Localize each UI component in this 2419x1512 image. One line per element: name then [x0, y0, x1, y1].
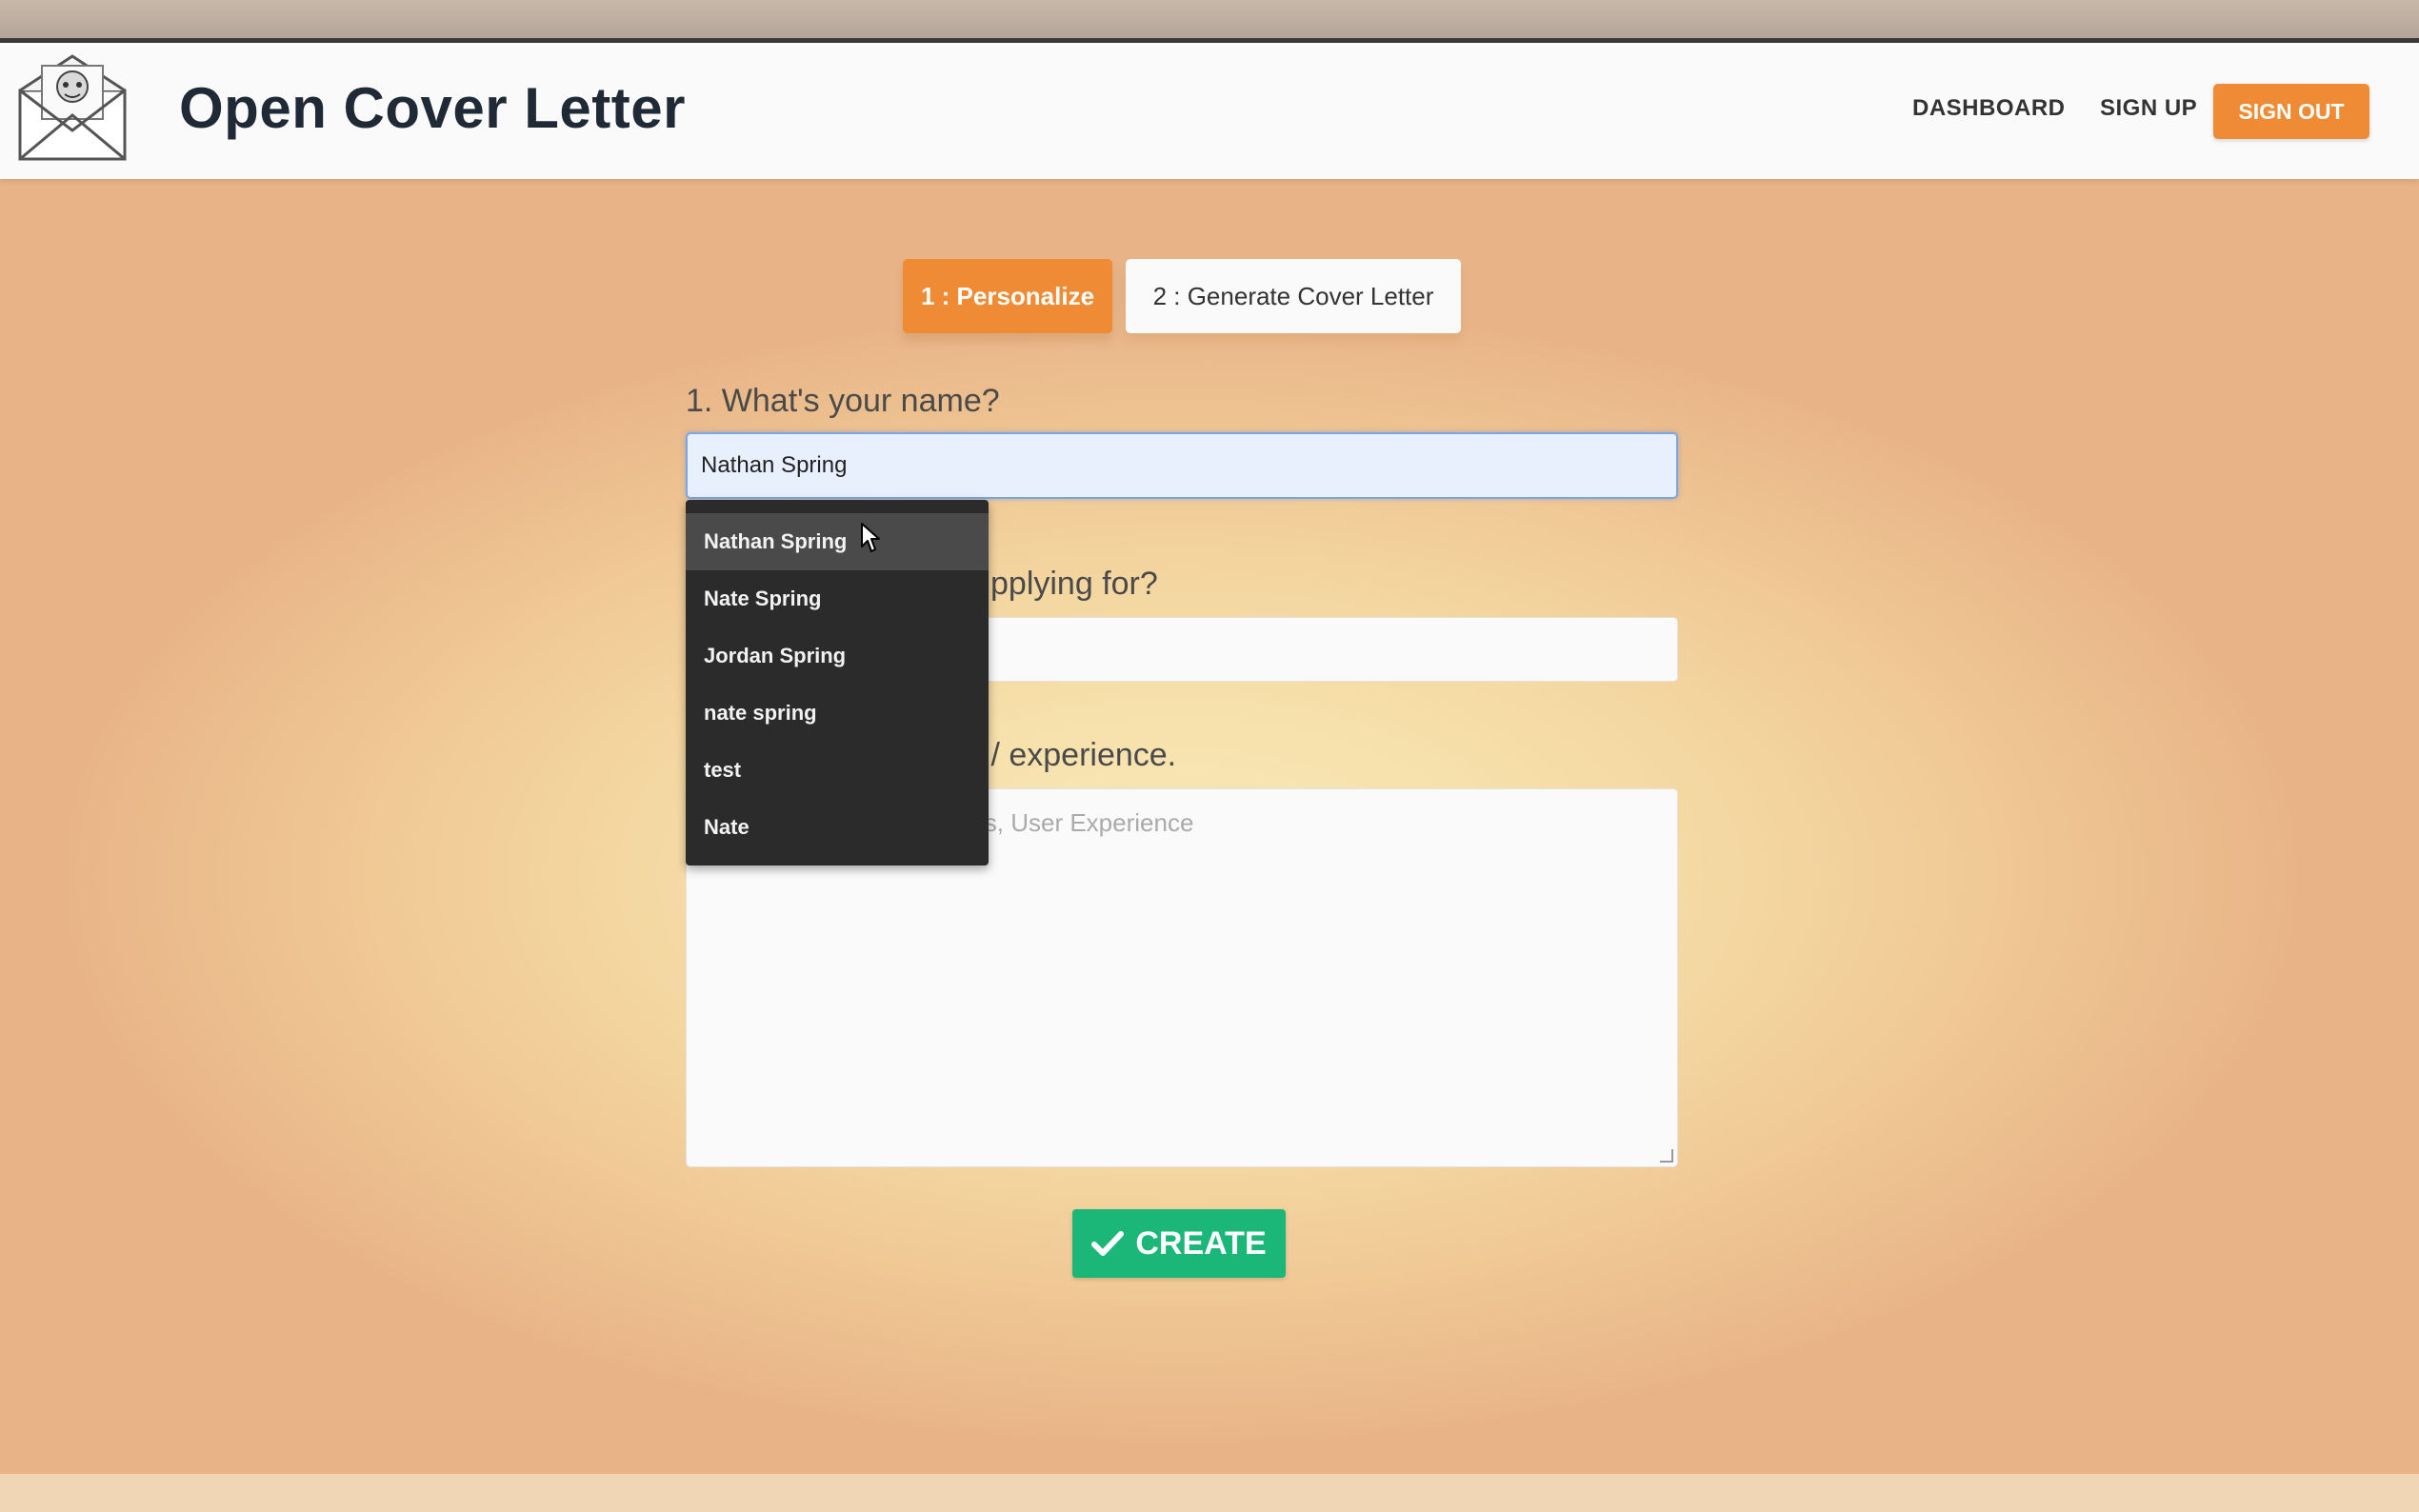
envelope-logo-icon[interactable]	[17, 52, 128, 163]
job-question-label: pplying for?	[990, 566, 1158, 602]
check-icon	[1091, 1231, 1125, 1256]
create-button[interactable]: CREATE	[1072, 1209, 1286, 1278]
autocomplete-item[interactable]: Jordan Spring	[686, 627, 989, 685]
autocomplete-item[interactable]: test	[686, 742, 989, 799]
page-bottom-strip	[0, 1474, 2419, 1512]
skills-placeholder: sis, User Experience	[967, 808, 1194, 837]
create-button-label: CREATE	[1135, 1224, 1267, 1262]
mouse-cursor-icon	[861, 523, 880, 552]
brand-title[interactable]: Open Cover Letter	[179, 75, 686, 141]
autocomplete-item[interactable]: Nate	[686, 799, 989, 856]
sign-out-button[interactable]: SIGN OUT	[2213, 84, 2369, 139]
tab-generate-cover-letter[interactable]: 2 : Generate Cover Letter	[1126, 259, 1461, 333]
nav-sign-up-link[interactable]: SIGN UP	[2100, 95, 2197, 122]
name-question-label: 1. What's your name?	[686, 383, 1000, 419]
skills-question-label: s / experience.	[966, 737, 1177, 773]
autocomplete-item[interactable]: Nathan Spring	[686, 513, 989, 570]
tab-personalize[interactable]: 1 : Personalize	[903, 259, 1112, 333]
navbar: Open Cover Letter DASHBOARD SIGN UP SIGN…	[0, 43, 2419, 179]
name-input[interactable]: Nathan Spring	[686, 432, 1678, 499]
autocomplete-item[interactable]: nate spring	[686, 685, 989, 742]
autocomplete-item[interactable]: Nate Spring	[686, 570, 989, 627]
nav-dashboard-link[interactable]: DASHBOARD	[1912, 95, 2066, 122]
resize-handle[interactable]	[1660, 1149, 1673, 1163]
autocomplete-dropdown: Nathan Spring Nate Spring Jordan Spring …	[686, 500, 989, 865]
window-top-strip	[0, 0, 2419, 38]
